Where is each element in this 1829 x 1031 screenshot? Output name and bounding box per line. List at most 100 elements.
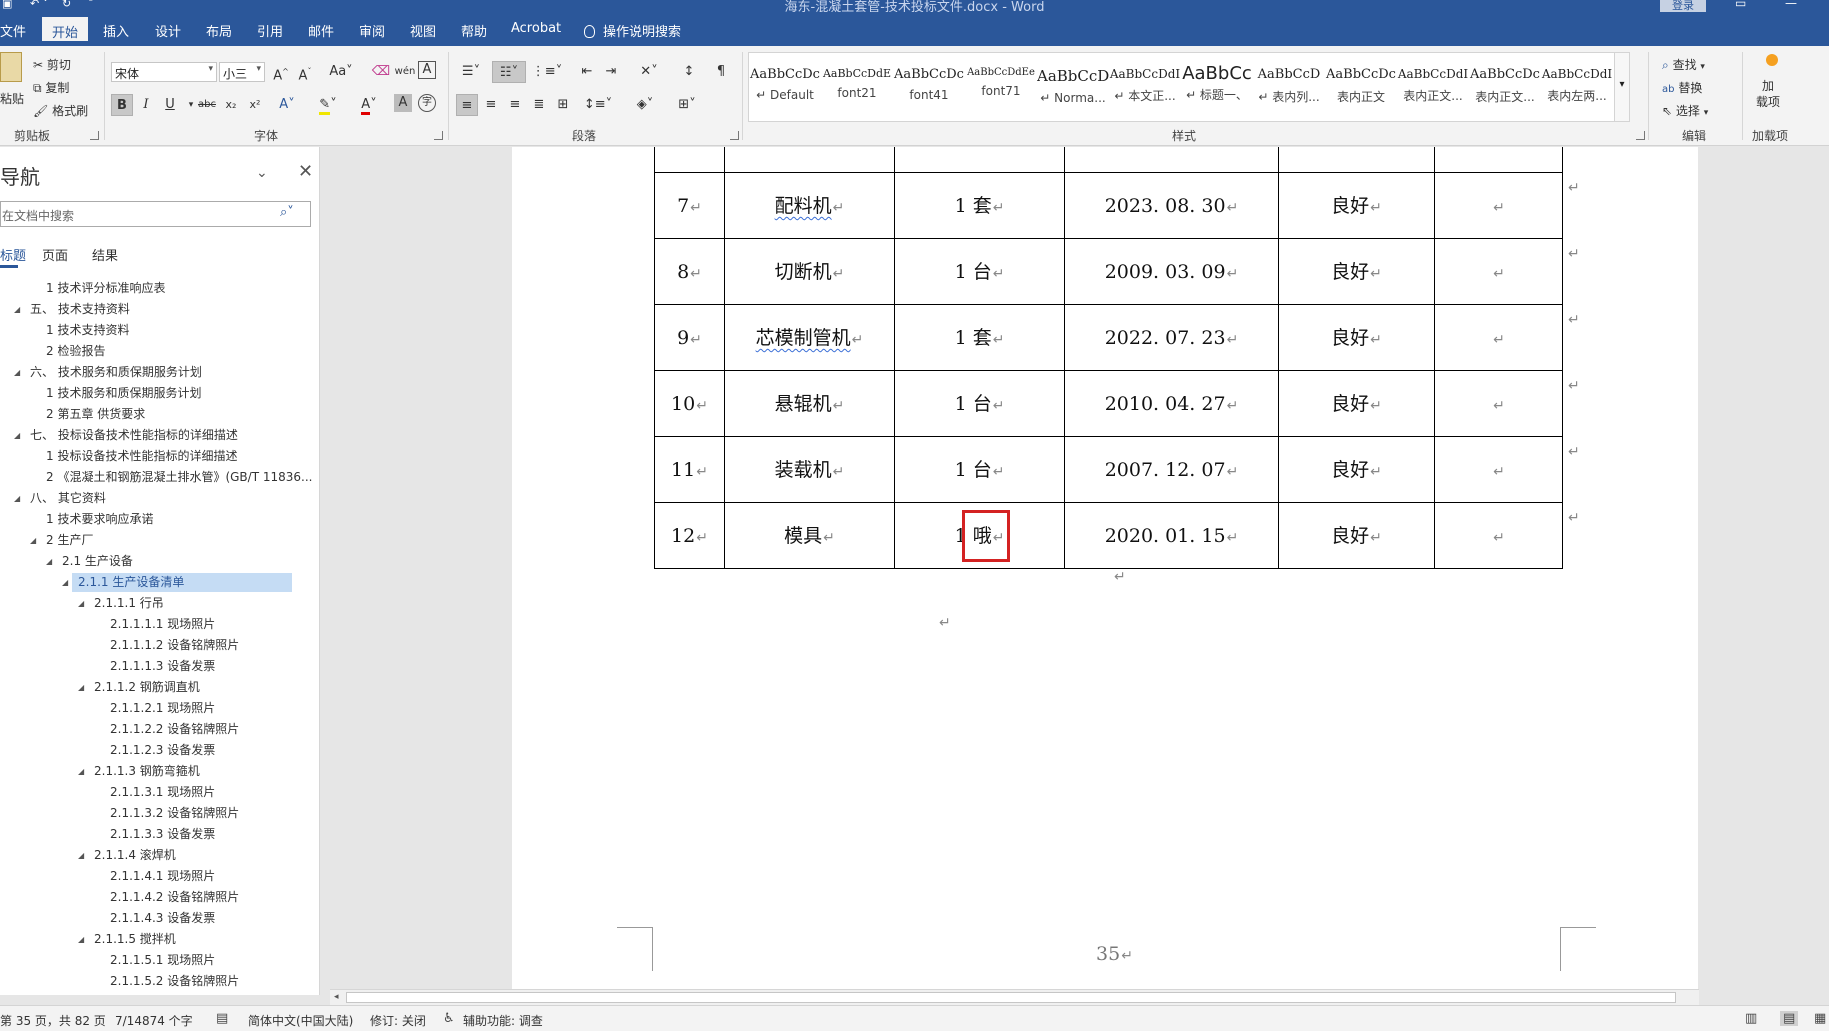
nav-tab-headings[interactable]: 标题 — [0, 245, 26, 264]
cell-remark[interactable]: ↵ — [1434, 238, 1563, 305]
cell-condition[interactable]: 良好↵ — [1278, 172, 1435, 239]
tab-design[interactable]: 设计 — [155, 21, 181, 40]
cell-remark[interactable]: ↵ — [1434, 370, 1563, 437]
format-painter-button[interactable]: 🖌 格式刷 — [33, 102, 88, 119]
cell-equipment-name[interactable]: 悬辊机↵ — [724, 370, 895, 437]
font-color-icon[interactable]: A˅ — [352, 94, 386, 116]
collapse-triangle-icon[interactable]: ◢ — [78, 767, 84, 776]
nav-heading-item[interactable]: 1 技术服务和质保期服务计划 — [46, 384, 201, 403]
replace-button[interactable]: ab 替换 — [1662, 79, 1702, 96]
nav-heading-item[interactable]: 八、 其它资料 — [30, 489, 106, 508]
cell-number[interactable]: 7↵ — [654, 172, 725, 239]
page-count[interactable]: 第 35 页，共 82 页 — [0, 1012, 106, 1029]
nav-heading-item[interactable]: 1 技术要求响应承诺 — [46, 510, 153, 529]
tab-review[interactable]: 审阅 — [359, 21, 385, 40]
cell-remark[interactable]: ↵ — [1434, 436, 1563, 503]
nav-heading-item[interactable]: 2 生产厂 — [46, 531, 93, 550]
cell-remark[interactable]: ↵ — [1434, 172, 1563, 239]
character-border-icon[interactable]: A — [418, 61, 436, 79]
chinese-layout-icon[interactable]: ✕˅ — [632, 61, 666, 83]
phonetic-guide-icon[interactable]: wén — [394, 61, 416, 83]
scroll-left-icon[interactable]: ◂ — [334, 992, 339, 1002]
change-case-icon[interactable]: Aa˅ — [326, 61, 356, 83]
styles-more-icon[interactable]: ▾ — [1614, 52, 1630, 122]
print-layout-icon[interactable]: ▤ — [1780, 1011, 1799, 1026]
web-layout-icon[interactable]: ▦ — [1814, 1011, 1826, 1026]
nav-search-input[interactable]: 在文档中搜索 — [0, 201, 311, 227]
cell-condition[interactable]: 良好↵ — [1278, 502, 1435, 569]
nav-heading-item[interactable]: 2 检验报告 — [46, 342, 105, 361]
enclose-characters-icon[interactable]: 字 — [418, 94, 436, 112]
clear-formatting-icon[interactable]: ⌫ — [370, 61, 392, 83]
cell-date[interactable]: 2023. 08. 30↵ — [1064, 172, 1279, 239]
collapse-triangle-icon[interactable]: ◢ — [14, 431, 20, 440]
shading-icon[interactable]: ◈˅ — [628, 94, 662, 116]
style-table-body-3[interactable]: AaBbCcDc 表内正文... — [1469, 53, 1541, 121]
nav-heading-item[interactable]: 2.1.1.2.3 设备发票 — [110, 741, 215, 760]
nav-heading-item[interactable]: 2 第五章 供货要求 — [46, 405, 145, 424]
tab-layout[interactable]: 布局 — [206, 21, 232, 40]
style-table-left[interactable]: AaBbCcDdI 表内左两... — [1541, 53, 1613, 121]
style-font21[interactable]: AaBbCcDdE font21 — [821, 53, 893, 121]
nav-heading-item[interactable]: 2.1.1.4.2 设备铭牌照片 — [110, 888, 239, 907]
accessibility-status[interactable]: 辅助功能: 调查 — [463, 1012, 543, 1029]
nav-heading-item[interactable]: 2.1.1.2.2 设备铭牌照片 — [110, 720, 239, 739]
character-shading-icon[interactable]: A — [394, 94, 412, 112]
cell-quantity[interactable]: 1 台↵ — [894, 370, 1065, 437]
read-mode-icon[interactable]: ▥ — [1745, 1011, 1757, 1026]
tab-references[interactable]: 引用 — [257, 21, 283, 40]
strikethrough-icon[interactable]: abc — [196, 94, 218, 116]
tab-file[interactable]: 文件 — [0, 21, 26, 40]
sort-icon[interactable]: ↕ — [678, 61, 700, 83]
tell-me-search[interactable]: 操作说明搜索 — [584, 21, 681, 40]
cell-date[interactable]: 2009. 03. 09↵ — [1064, 238, 1279, 305]
cell-date[interactable] — [1064, 147, 1279, 173]
cell-equipment-name[interactable] — [724, 147, 895, 173]
cell-remark[interactable] — [1434, 147, 1563, 173]
cell-quantity[interactable]: 1 套↵ — [894, 172, 1065, 239]
cell-number[interactable]: 10↵ — [654, 370, 725, 437]
tab-mailings[interactable]: 邮件 — [308, 21, 334, 40]
superscript-icon[interactable]: x² — [244, 94, 266, 116]
cell-number[interactable]: 9↵ — [654, 304, 725, 371]
close-icon[interactable]: ✕ — [298, 161, 313, 182]
collapse-triangle-icon[interactable]: ◢ — [46, 557, 52, 566]
ribbon-display-options-icon[interactable]: ▭ — [1735, 0, 1746, 10]
nav-heading-item[interactable]: 2.1.1.3.2 设备铭牌照片 — [110, 804, 239, 823]
cell-equipment-name[interactable]: 模具↵ — [724, 502, 895, 569]
font-launcher[interactable] — [434, 131, 443, 140]
numbering-icon[interactable]: ☷˅ — [492, 61, 526, 83]
language-status[interactable]: 简体中文(中国大陆) — [248, 1012, 353, 1029]
minimize-icon[interactable]: — — [1785, 0, 1797, 10]
paste-icon[interactable] — [0, 52, 22, 82]
cell-quantity[interactable] — [894, 147, 1065, 173]
nav-heading-item[interactable]: 1 技术支持资料 — [46, 321, 129, 340]
login-button[interactable]: 登录 — [1660, 0, 1706, 12]
highlight-icon[interactable]: ✎˅ — [310, 94, 346, 116]
cell-condition[interactable]: 良好↵ — [1278, 304, 1435, 371]
shrink-font-icon[interactable]: Aˇ — [294, 61, 316, 83]
subscript-icon[interactable]: x₂ — [220, 94, 242, 116]
horizontal-scrollbar[interactable]: ◂ — [330, 989, 1699, 1005]
cell-equipment-name[interactable]: 芯模制管机↵ — [724, 304, 895, 371]
tab-help[interactable]: 帮助 — [461, 21, 487, 40]
nav-tab-pages[interactable]: 页面 — [42, 245, 68, 264]
search-icon[interactable]: ⌕˅ — [280, 205, 294, 220]
clipboard-launcher[interactable] — [90, 131, 99, 140]
addins-icon[interactable] — [1766, 54, 1778, 66]
cut-button[interactable]: ✂ 剪切 — [33, 56, 71, 73]
nav-heading-item[interactable]: 2.1.1.1.2 设备铭牌照片 — [110, 636, 239, 655]
distributed-icon[interactable]: ⊞ — [552, 94, 574, 116]
style-default[interactable]: AaBbCcDc ↵ Default — [749, 53, 821, 121]
nav-heading-item[interactable]: 2.1.1.4 滚焊机 — [94, 846, 176, 865]
copy-button[interactable]: ⧉ 复制 — [33, 79, 69, 96]
nav-tab-results[interactable]: 结果 — [92, 245, 118, 264]
nav-heading-item[interactable]: 2.1.1.1 行吊 — [94, 594, 164, 613]
decrease-indent-icon[interactable]: ⇤ — [576, 61, 598, 83]
nav-heading-item[interactable]: 2.1.1.1.3 设备发票 — [110, 657, 215, 676]
cell-quantity[interactable]: 1 套↵ — [894, 304, 1065, 371]
align-center-icon[interactable]: ≡ — [480, 94, 502, 116]
accessibility-icon[interactable]: ♿ — [443, 1011, 455, 1026]
cell-date[interactable]: 2007. 12. 07↵ — [1064, 436, 1279, 503]
collapse-triangle-icon[interactable]: ◢ — [78, 683, 84, 692]
